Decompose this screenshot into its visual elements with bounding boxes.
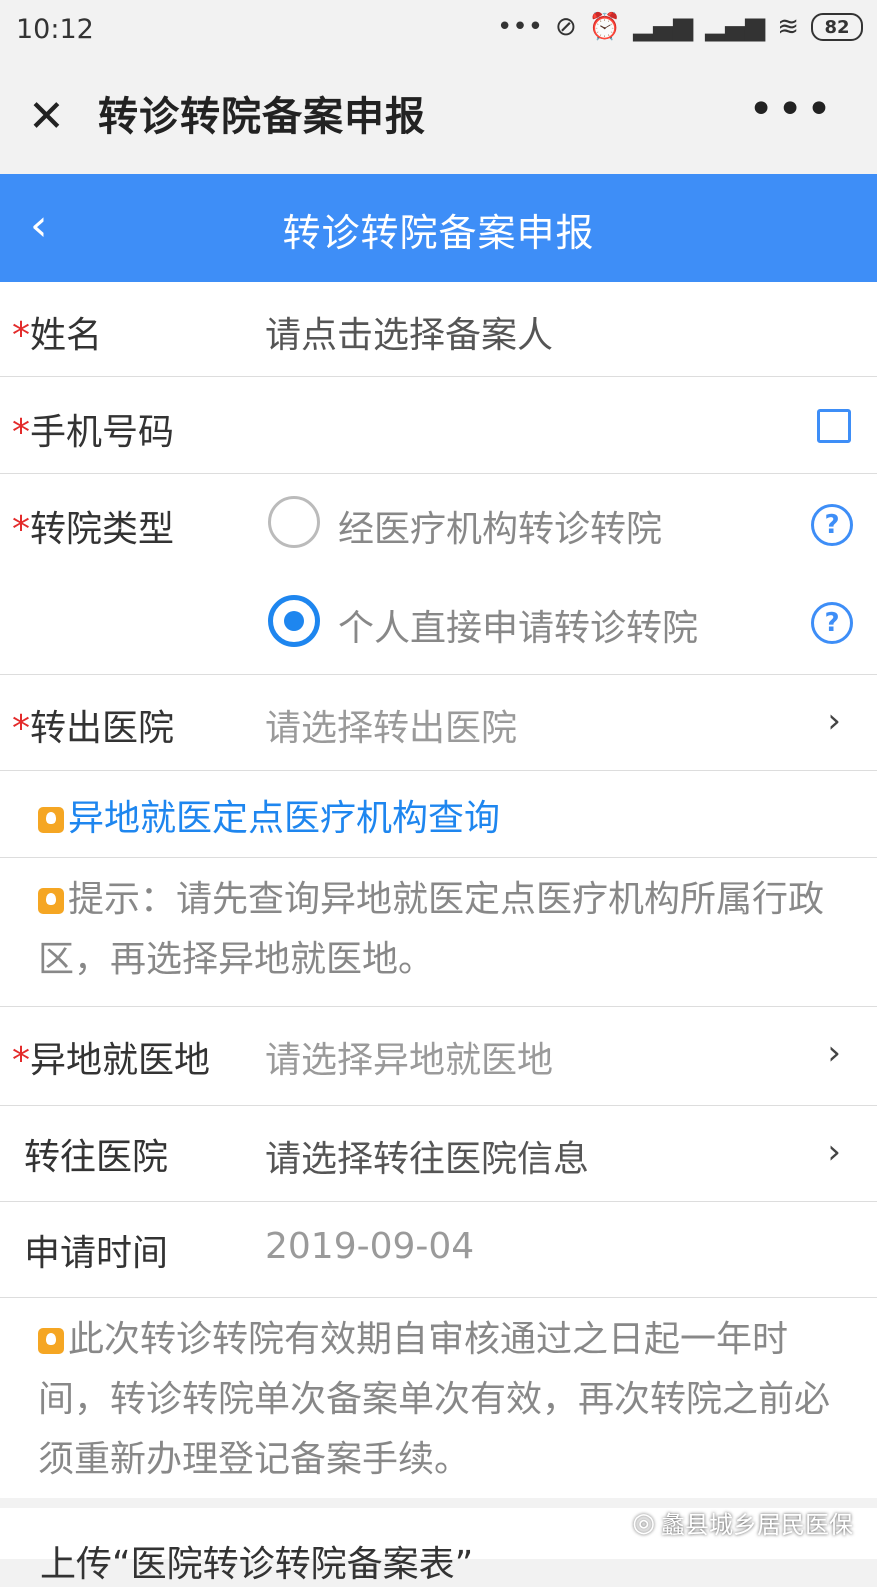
alarm-icon: ⏰ — [588, 12, 622, 42]
status-time: 10:12 — [16, 14, 94, 45]
edit-icon[interactable] — [817, 409, 851, 443]
wechat-icon: ◎ — [632, 1507, 655, 1538]
out-hospital-select[interactable]: 请选择转出医院 — [265, 699, 517, 751]
medical-location-label: *异地就医地 — [12, 1040, 211, 1081]
name-select[interactable]: 请点击选择备案人 — [265, 306, 553, 358]
query-link[interactable]: 异地就医定点医疗机构查询 — [38, 789, 500, 841]
chevron-right-icon: › — [827, 701, 841, 741]
tip-text: 提示：请先查询异地就医定点医疗机构所属行政区，再选择异地就医地。 — [38, 879, 825, 980]
phone-label: *手机号码 — [12, 412, 175, 453]
help-icon[interactable]: ? — [811, 602, 853, 644]
target-hospital-label: 转往医院 — [24, 1137, 169, 1178]
validity-tip-text: 此次转诊转院有效期自审核通过之日起一年时间，转诊转院单次备案单次有效，再次转院之… — [38, 1319, 831, 1480]
page-title: 转诊转院备案申报 — [282, 211, 595, 255]
apply-time-label: 申请时间 — [24, 1233, 169, 1274]
phone-row: *手机号码 — [0, 377, 877, 474]
radio-personal-transfer[interactable] — [268, 595, 320, 647]
status-bar: 10:12 ••• ⊘ ⏰ ▂▄▆ ▂▄▆ ≋ 82 — [0, 0, 877, 64]
target-hospital-select[interactable]: 请选择转往医院信息 — [265, 1130, 589, 1182]
medical-location-select[interactable]: 请选择异地就医地 — [265, 1031, 553, 1083]
transfer-type-row: *转院类型 经医疗机构转诊转院 ? 个人直接申请转诊转院 ? — [0, 474, 877, 675]
query-link-row[interactable]: 异地就医定点医疗机构查询 — [0, 771, 877, 858]
bulb-icon — [38, 807, 64, 833]
radio-label-personal[interactable]: 个人直接申请转诊转院 — [338, 599, 698, 651]
radio-label-institution[interactable]: 经医疗机构转诊转院 — [338, 500, 662, 552]
link-icon: ⊘ — [555, 12, 577, 42]
bulb-icon — [38, 888, 64, 914]
app-header: ✕ 转诊转院备案申报 ••• — [0, 64, 877, 174]
chevron-right-icon: › — [827, 1132, 841, 1172]
notification-dots: ••• — [497, 12, 544, 42]
transfer-type-label: *转院类型 — [12, 509, 175, 550]
name-row[interactable]: *姓名 请点击选择备案人 — [0, 282, 877, 377]
close-icon[interactable]: ✕ — [28, 92, 65, 142]
apply-time-row: 申请时间 2019-09-04 — [0, 1202, 877, 1298]
bulb-icon — [38, 1328, 64, 1354]
filing-form: *姓名 请点击选择备案人 *手机号码 *转院类型 经医疗机构转诊转院 ? 个人直… — [0, 282, 877, 1508]
status-icons: ••• ⊘ ⏰ ▂▄▆ ▂▄▆ ≋ 82 — [497, 12, 863, 42]
validity-tip-row: 此次转诊转院有效期自审核通过之日起一年时间，转诊转院单次备案单次有效，再次转院之… — [0, 1298, 877, 1508]
help-icon[interactable]: ? — [811, 504, 853, 546]
app-title: 转诊转院备案申报 — [98, 94, 426, 140]
name-label: *姓名 — [12, 315, 103, 356]
page-nav: ‹ 转诊转院备案申报 — [0, 174, 877, 282]
more-icon[interactable]: ••• — [748, 84, 835, 135]
tip-row: 提示：请先查询异地就医定点医疗机构所属行政区，再选择异地就医地。 — [0, 858, 877, 1007]
chevron-right-icon: › — [827, 1033, 841, 1073]
radio-institution-transfer[interactable] — [268, 496, 320, 548]
signal-icon: ▂▄▆ — [633, 12, 694, 42]
battery-icon: 82 — [811, 13, 863, 41]
wifi-icon: ≋ — [777, 12, 799, 42]
upload-title: 上传“医院转诊转院备案表” — [40, 1544, 474, 1585]
out-hospital-label: *转出医院 — [12, 708, 175, 749]
signal-icon-2: ▂▄▆ — [705, 12, 766, 42]
target-hospital-row[interactable]: 转往医院 请选择转往医院信息 › — [0, 1106, 877, 1202]
watermark: ◎ 蠡县城乡居民医保 — [632, 1507, 853, 1540]
medical-location-row[interactable]: *异地就医地 请选择异地就医地 › — [0, 1007, 877, 1106]
out-hospital-row[interactable]: *转出医院 请选择转出医院 › — [0, 675, 877, 771]
apply-time-value: 2019-09-04 — [265, 1226, 475, 1267]
